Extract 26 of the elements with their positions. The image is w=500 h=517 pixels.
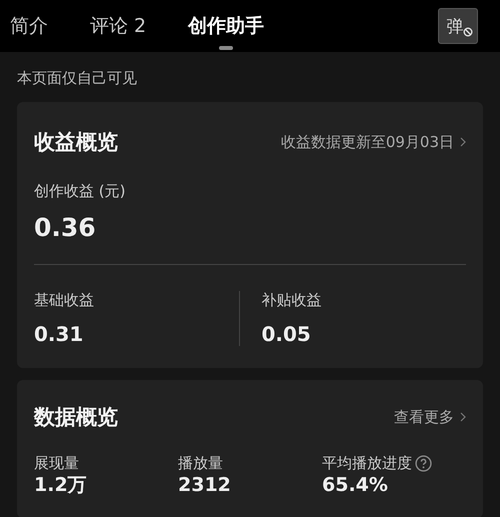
tab[interactable]: 简介 [10,13,48,39]
visibility-notice: 本页面仅自己可见 [17,68,138,89]
metric-value: 65.4% [322,475,389,496]
earning-value: 0.05 [262,322,312,346]
card-title: 数据概览 [34,404,118,431]
total-value: 0.36 [34,213,97,242]
metric-value: 1.2万 [34,475,88,496]
earning-label: 基础收益 [34,291,95,310]
help-icon[interactable] [415,455,432,472]
danmaku-button[interactable]: 弹 [438,8,478,44]
metric-label: 平均播放进度 [322,454,412,473]
card-title: 收益概览 [34,129,118,156]
metric-label: 展现量 [34,454,79,473]
earning-value: 0.31 [34,322,84,346]
chevron-right-icon [460,412,466,422]
tab-indicator [219,46,234,50]
metric-label: 播放量 [178,454,223,473]
total-label: 创作收益 (元) [34,182,126,201]
more-link[interactable]: 查看更多 [394,408,466,426]
update-link[interactable]: 收益数据更新至09月03日 [280,132,466,152]
block-icon [463,27,473,37]
tab[interactable]: 创作助手 [188,13,264,39]
metric-value: 2312 [178,475,232,496]
earning-label: 补贴收益 [262,291,322,310]
tab[interactable]: 评论 2 [90,13,146,39]
chevron-right-icon [460,137,466,147]
